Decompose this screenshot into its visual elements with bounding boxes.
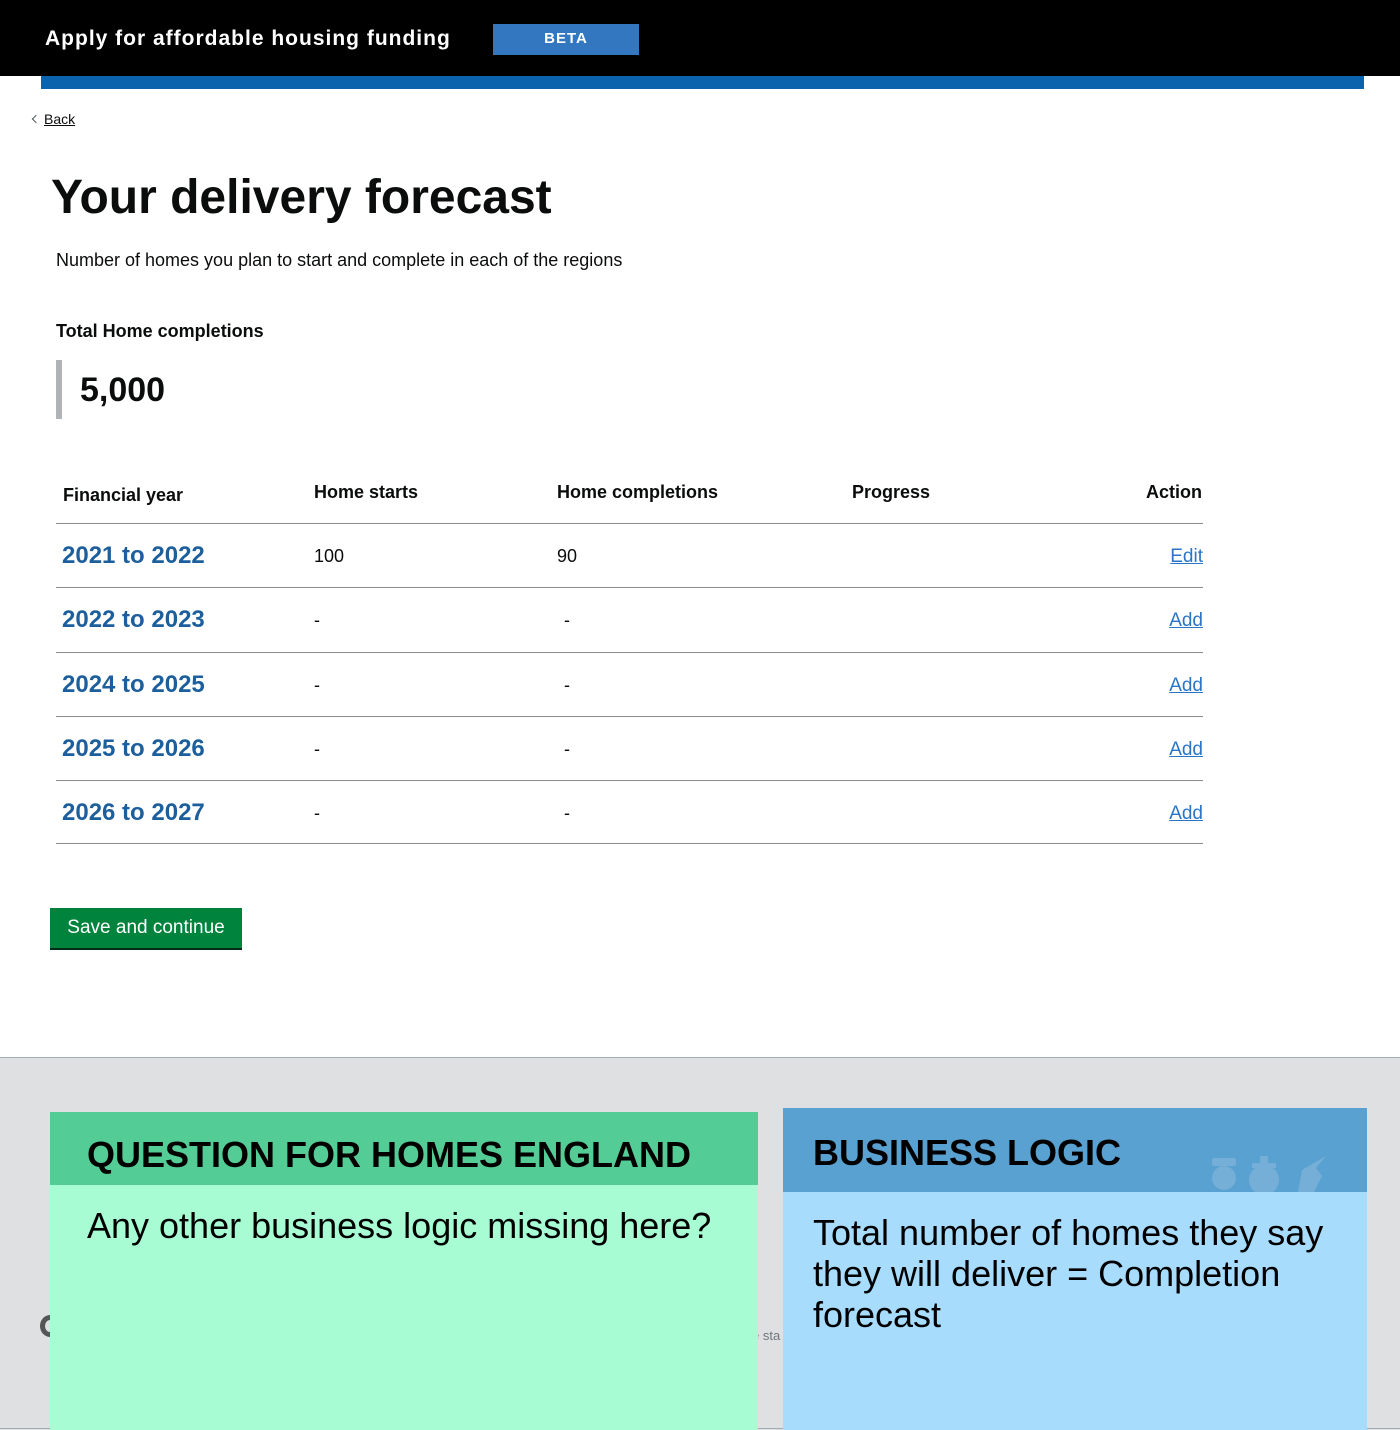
- home-completions-cell: 90: [557, 546, 578, 566]
- header-stripe: [41, 76, 1364, 89]
- header-home-starts: Home starts: [314, 482, 419, 502]
- home-starts-cell: 100: [314, 546, 345, 566]
- year-link[interactable]: 2024 to 2025: [62, 671, 205, 699]
- phase-tag: BETA: [493, 24, 639, 55]
- business-logic-note-header: BUSINESS LOGIC: [783, 1108, 1367, 1192]
- back-link[interactable]: Back: [31, 111, 76, 127]
- edit-link[interactable]: Edit: [1170, 546, 1203, 568]
- header-progress: Progress: [852, 482, 931, 502]
- total-value: 5,000: [80, 371, 166, 409]
- service-name[interactable]: Apply for affordable housing funding: [45, 27, 451, 51]
- back-link-label: Back: [44, 111, 76, 127]
- save-and-continue-button[interactable]: Save and continue: [50, 908, 242, 948]
- home-starts-cell: -: [314, 610, 320, 630]
- business-logic-note-body: Total number of homes they say they will…: [813, 1212, 1324, 1335]
- business-logic-sticky-note: BUSINESS LOGIC Total number of homes the…: [783, 1108, 1367, 1430]
- page-title: Your delivery forecast: [51, 171, 552, 224]
- site-header: Apply for affordable housing funding BET…: [0, 0, 1400, 76]
- home-completions-cell: -: [564, 675, 570, 695]
- question-note-title: QUESTION FOR HOMES ENGLAND: [50, 1112, 758, 1185]
- year-link[interactable]: 2022 to 2023: [62, 606, 205, 634]
- question-sticky-note: QUESTION FOR HOMES ENGLAND Any other bus…: [50, 1112, 758, 1430]
- total-label: Total Home completions: [56, 321, 264, 341]
- year-link[interactable]: 2025 to 2026: [62, 735, 205, 763]
- year-link[interactable]: 2021 to 2022: [62, 542, 205, 570]
- table-row: 2022 to 2023 - - Add: [56, 587, 1203, 651]
- royal-crest-icon: [1212, 1156, 1326, 1192]
- add-link[interactable]: Add: [1169, 610, 1203, 632]
- header-action: Action: [1146, 482, 1202, 502]
- table-row: 2021 to 2022 100 90 Edit: [56, 523, 1203, 587]
- home-starts-cell: -: [314, 803, 320, 823]
- home-starts-cell: -: [314, 739, 320, 759]
- add-link[interactable]: Add: [1169, 675, 1203, 697]
- year-link[interactable]: 2026 to 2027: [62, 799, 205, 827]
- chevron-left-icon: [31, 114, 41, 124]
- table-row: 2025 to 2026 - - Add: [56, 716, 1203, 780]
- page-lead: Number of homes you plan to start and co…: [56, 250, 623, 270]
- home-completions-cell: -: [564, 739, 570, 759]
- add-link[interactable]: Add: [1169, 739, 1203, 761]
- total-inset: 5,000: [56, 360, 165, 419]
- home-starts-cell: -: [314, 675, 320, 695]
- add-link[interactable]: Add: [1169, 803, 1203, 825]
- header-home-completions: Home completions: [557, 482, 719, 502]
- home-completions-cell: -: [564, 803, 570, 823]
- header-financial-year: Financial year: [63, 485, 184, 505]
- question-note-body: Any other business logic missing here?: [87, 1205, 712, 1246]
- table-row: 2024 to 2025 - - Add: [56, 652, 1203, 716]
- home-completions-cell: -: [564, 610, 570, 630]
- table-row: 2026 to 2027 - - Add: [56, 780, 1203, 844]
- business-logic-note-title: BUSINESS LOGIC: [813, 1132, 1122, 1173]
